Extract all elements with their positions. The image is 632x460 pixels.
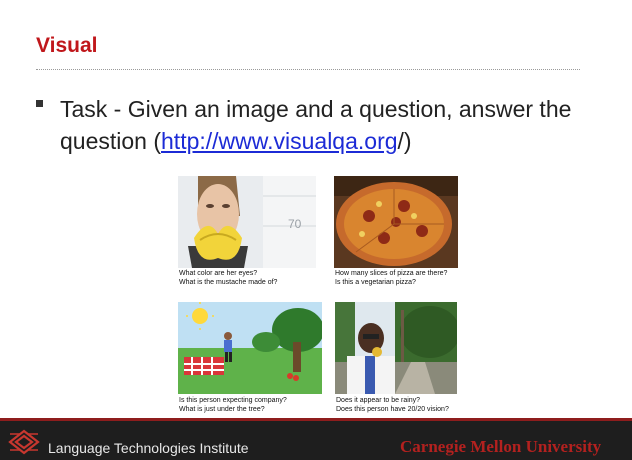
slide-title: Visual	[36, 34, 98, 57]
pizza-image	[334, 176, 458, 268]
caption-q1: How many slices of pizza are there?	[335, 270, 448, 277]
cmu-wordmark: Carnegie Mellon University	[400, 437, 602, 456]
visualqa-link[interactable]: http://www.visualqa.org	[161, 128, 398, 154]
caption-q2: Does this person have 20/20 vision?	[336, 406, 449, 413]
caption-q1: What color are her eyes?	[179, 270, 258, 277]
lti-logo-icon	[8, 429, 40, 455]
girl-banana-image: 70	[178, 176, 316, 268]
caption-q2: Is this a vegetarian pizza?	[335, 279, 416, 286]
man-outdoors-image	[335, 302, 457, 394]
footer-red-line	[0, 418, 632, 421]
task-bullet: Task - Given an image and a question, an…	[60, 93, 600, 157]
task-text-end: /)	[397, 128, 412, 154]
caption-q2: What is just under the tree?	[179, 406, 265, 413]
svg-text:70: 70	[288, 217, 302, 231]
lti-name: Language Technologies Institute	[48, 440, 249, 456]
bullet-marker	[36, 100, 43, 107]
caption-q2: What is the mustache made of?	[179, 279, 278, 286]
picnic-clipart-image	[178, 302, 322, 394]
title-divider	[36, 69, 580, 70]
caption-q1: Does it appear to be rainy?	[336, 397, 421, 404]
caption-q1: Is this person expecting company?	[179, 397, 287, 404]
